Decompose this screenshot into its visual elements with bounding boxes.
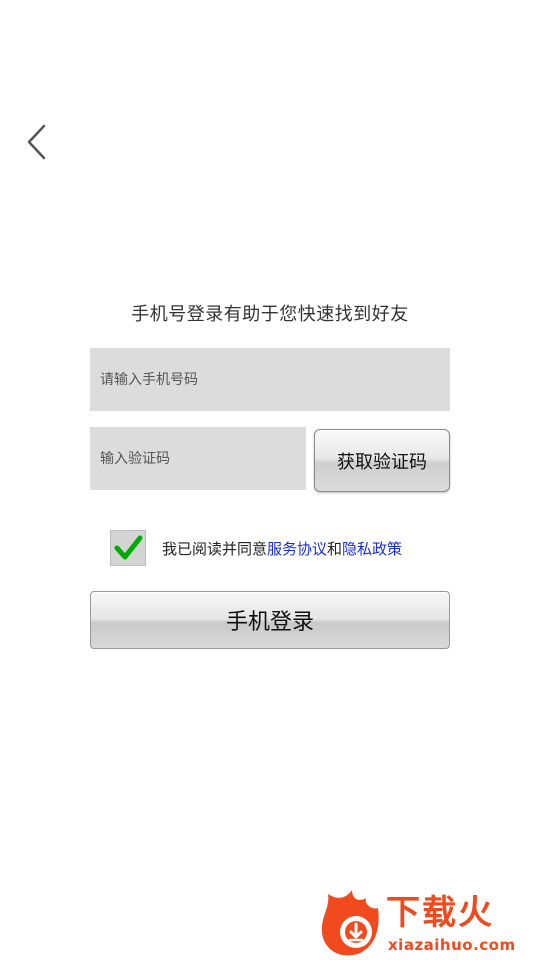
watermark-subtitle: xiazaihuo.com	[388, 936, 516, 954]
page-headline: 手机号登录有助于您快速找到好友	[131, 304, 409, 325]
agreement-row: 我已阅读并同意服务协议和隐私政策	[110, 530, 402, 566]
watermark: 下载火 xiazaihuo.com	[318, 888, 540, 960]
agreement-checkbox[interactable]	[110, 530, 146, 566]
phone-login-button[interactable]: 手机登录	[90, 591, 450, 649]
agreement-conjunction: 和	[327, 539, 343, 558]
verification-code-input[interactable]	[90, 427, 306, 490]
agreement-text: 我已阅读并同意服务协议和隐私政策	[162, 538, 402, 559]
agreement-prefix: 我已阅读并同意	[162, 539, 268, 558]
checkmark-icon	[114, 535, 143, 560]
back-button[interactable]	[22, 122, 52, 162]
chevron-left-icon	[27, 124, 46, 160]
flame-download-icon	[321, 890, 379, 956]
get-verification-code-button[interactable]: 获取验证码	[314, 429, 450, 492]
terms-of-service-link[interactable]: 服务协议	[267, 540, 327, 558]
privacy-policy-link[interactable]: 隐私政策	[342, 540, 402, 558]
watermark-title: 下载火	[386, 893, 494, 933]
phone-number-input[interactable]	[90, 348, 450, 411]
